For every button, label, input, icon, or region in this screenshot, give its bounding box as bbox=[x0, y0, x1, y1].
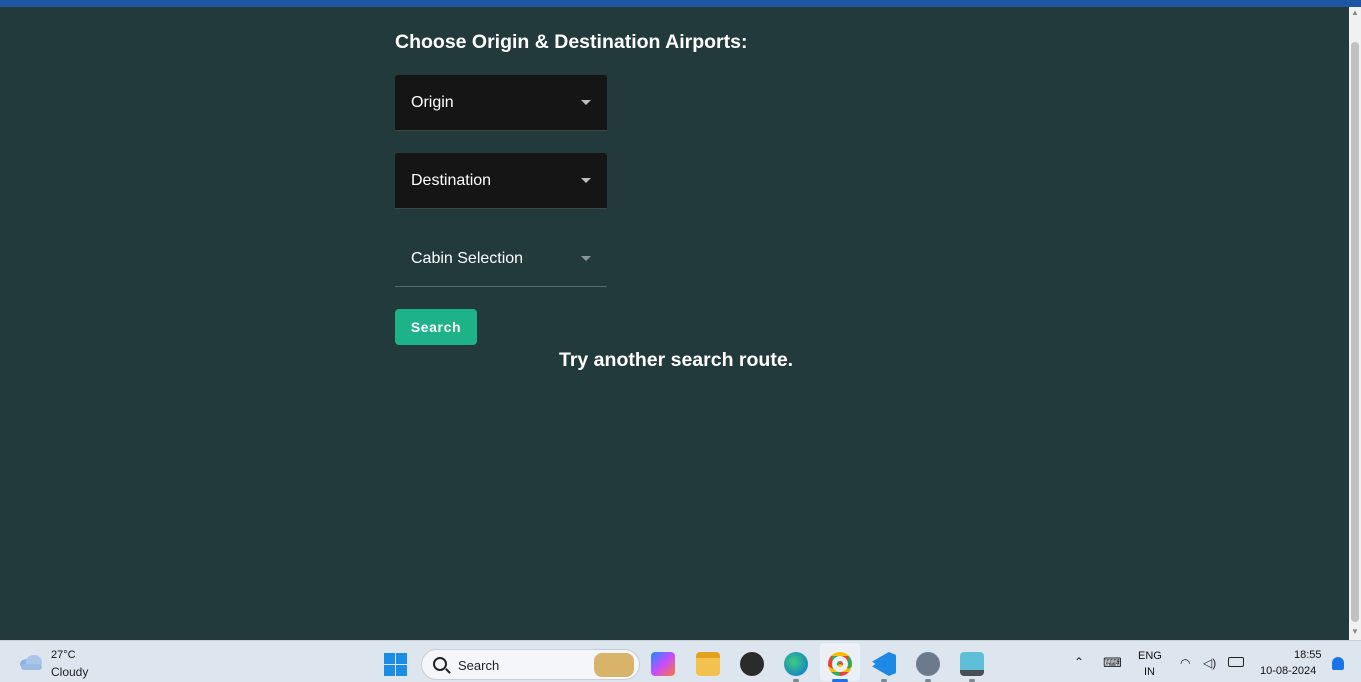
cabin-label-text: Cabin Selection bbox=[411, 250, 524, 267]
settings-icon[interactable] bbox=[916, 652, 940, 676]
scroll-up-arrow-icon[interactable]: ▲ bbox=[1351, 9, 1359, 17]
dropdown-arrow-icon bbox=[581, 100, 591, 105]
cabin-select-label: Cabin Selection* bbox=[411, 250, 529, 268]
clock-time[interactable]: 18:55 bbox=[1294, 649, 1322, 661]
clock-date[interactable]: 10-08-2024 bbox=[1260, 665, 1316, 677]
region-indicator[interactable]: IN bbox=[1144, 666, 1155, 678]
copilot-icon[interactable] bbox=[651, 652, 675, 676]
page-heading: Choose Origin & Destination Airports: bbox=[395, 31, 748, 53]
weather-temperature[interactable]: 27°C bbox=[51, 649, 76, 661]
battery-icon[interactable] bbox=[1228, 657, 1244, 667]
dropdown-arrow-icon bbox=[581, 256, 591, 261]
origin-select[interactable]: Origin bbox=[395, 75, 607, 131]
vscode-icon[interactable] bbox=[872, 652, 896, 676]
volume-icon[interactable]: ◁) bbox=[1203, 656, 1216, 670]
edge-icon[interactable] bbox=[784, 652, 808, 676]
windows-start-icon[interactable] bbox=[384, 653, 407, 676]
remote-desktop-icon[interactable] bbox=[960, 652, 984, 676]
destination-select-label: Destination bbox=[411, 172, 492, 189]
wifi-icon[interactable]: ◠ bbox=[1180, 656, 1190, 670]
language-indicator[interactable]: ENG bbox=[1138, 650, 1162, 662]
cabin-select[interactable]: Cabin Selection* bbox=[395, 231, 607, 287]
obs-icon[interactable] bbox=[740, 652, 764, 676]
destination-select[interactable]: Destination bbox=[395, 153, 607, 209]
chrome-icon[interactable] bbox=[828, 652, 852, 676]
result-message: Try another search route. bbox=[559, 349, 794, 371]
taskbar-search-box[interactable]: Search bbox=[421, 649, 640, 680]
dropdown-arrow-icon bbox=[581, 178, 591, 183]
search-highlight-image bbox=[594, 653, 634, 677]
app-page bbox=[0, 7, 1349, 640]
windows-taskbar: 27°C Cloudy Search ⌃ ⌨ ENG IN ◠ ◁) 18:55… bbox=[0, 640, 1361, 682]
scrollbar-thumb[interactable] bbox=[1351, 42, 1359, 622]
search-button[interactable]: Search bbox=[395, 309, 477, 345]
file-explorer-icon[interactable] bbox=[696, 652, 720, 676]
weather-description[interactable]: Cloudy bbox=[51, 665, 88, 679]
scroll-down-arrow-icon[interactable]: ▼ bbox=[1351, 628, 1359, 636]
chevron-up-icon[interactable]: ⌃ bbox=[1074, 655, 1084, 669]
search-icon bbox=[433, 657, 447, 671]
cloud-icon[interactable] bbox=[18, 654, 44, 670]
notification-bell-icon[interactable] bbox=[1332, 657, 1344, 670]
required-mark: * bbox=[523, 250, 529, 266]
browser-top-bar bbox=[0, 0, 1361, 7]
origin-select-label: Origin bbox=[411, 94, 454, 111]
taskbar-search-placeholder: Search bbox=[458, 658, 500, 673]
keyboard-icon[interactable]: ⌨ bbox=[1103, 655, 1122, 671]
